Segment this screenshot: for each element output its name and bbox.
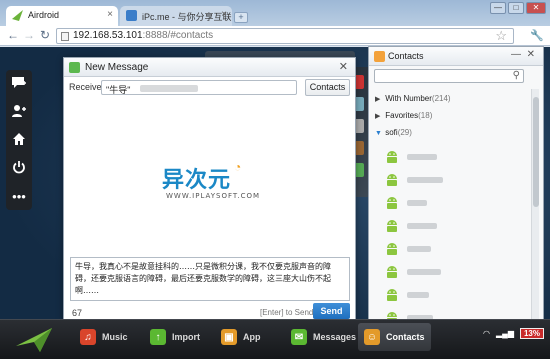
new-message-dialog: New Message ✕ Receiver: "牛导" Contacts 异次… bbox=[63, 57, 356, 320]
back-arrow-icon[interactable]: ← bbox=[6, 29, 20, 43]
home-icon[interactable] bbox=[10, 132, 28, 150]
minimize-icon[interactable]: — bbox=[511, 49, 521, 60]
messages-icon: ✉ bbox=[291, 329, 307, 345]
contacts-panel-title: Contacts bbox=[388, 51, 424, 61]
browser-tab-bar: Airdroid × iPc.me - 与你分享互联网的 × + — □ ✕ bbox=[0, 0, 550, 26]
wifi-icon: ◠ bbox=[483, 329, 490, 338]
message-textarea[interactable]: 牛导，我真心不是故意挂科的……只是微积分课，我不仅要克服声音的障碍，还要克服语言… bbox=[70, 257, 350, 301]
contact-list-item[interactable] bbox=[385, 173, 515, 188]
power-icon[interactable] bbox=[10, 160, 28, 178]
send-button[interactable]: Send bbox=[313, 303, 350, 319]
tab-close-icon[interactable]: × bbox=[107, 9, 113, 20]
contacts-panel: Contacts — ✕ ⚲ ▶ With Number(214) ▶ Favo… bbox=[368, 46, 544, 347]
android-avatar-icon bbox=[387, 266, 397, 278]
close-icon[interactable]: ✕ bbox=[527, 49, 535, 60]
address-bar[interactable]: 192.168.53.101:8888/#contacts ☆ bbox=[56, 28, 514, 44]
address-url: 192.168.53.101:8888/#contacts bbox=[73, 30, 214, 41]
bookmark-star-icon[interactable]: ☆ bbox=[495, 28, 507, 44]
left-sidebar: ••• bbox=[6, 70, 32, 210]
dock-import[interactable]: ↑ Import bbox=[150, 323, 200, 351]
contacts-panel-header: Contacts — ✕ bbox=[369, 47, 543, 66]
send-hint: [Enter] to Send bbox=[260, 308, 314, 317]
watermark-logo: 异次元 ◔ WWW.IPLAYSOFT.COM bbox=[162, 160, 261, 200]
contact-list-item[interactable] bbox=[385, 219, 515, 234]
tab-close-icon[interactable]: × bbox=[221, 9, 227, 20]
app-icon: ▣ bbox=[221, 329, 237, 345]
character-count: 67 bbox=[72, 308, 83, 318]
music-icon: ♫ bbox=[80, 329, 96, 345]
dock-messages[interactable]: ✉ Messages bbox=[291, 323, 356, 351]
close-icon[interactable]: ✕ bbox=[339, 60, 348, 73]
wrench-menu-icon[interactable]: 🔧 bbox=[530, 29, 544, 43]
contacts-icon: ☺ bbox=[364, 329, 380, 345]
collapsed-arrow-icon: ▶ bbox=[375, 96, 381, 103]
new-message-icon[interactable] bbox=[10, 76, 28, 94]
dialog-header: New Message ✕ bbox=[64, 58, 355, 77]
contact-list-item[interactable] bbox=[385, 288, 515, 303]
receiver-chip[interactable]: "牛导" bbox=[106, 83, 130, 96]
receiver-input[interactable]: "牛导" bbox=[101, 80, 297, 95]
window-controls: — □ ✕ bbox=[490, 2, 546, 14]
collapsed-arrow-icon: ▶ bbox=[375, 113, 381, 120]
dialog-title: New Message bbox=[85, 62, 149, 73]
more-icon[interactable]: ••• bbox=[10, 188, 28, 206]
airdroid-logo-icon[interactable] bbox=[14, 324, 54, 354]
wifi-signal-icon: ◔ bbox=[234, 160, 242, 174]
group-favorites[interactable]: ▶ Favorites(18) bbox=[375, 111, 432, 120]
forward-arrow-icon[interactable]: → bbox=[22, 29, 36, 43]
new-tab-button[interactable]: + bbox=[234, 12, 248, 23]
tab-ipc[interactable]: iPc.me - 与你分享互联网的 × bbox=[120, 6, 232, 26]
signal-bars-icon: ▂▄▆ bbox=[496, 329, 514, 338]
contact-list-item[interactable] bbox=[385, 196, 515, 211]
airdroid-favicon-icon bbox=[12, 10, 23, 21]
dock-app[interactable]: ▣ App bbox=[221, 323, 261, 351]
group-with-number[interactable]: ▶ With Number(214) bbox=[375, 94, 451, 103]
contact-name-blurred bbox=[407, 154, 437, 160]
android-avatar-icon bbox=[387, 197, 397, 209]
group-sofi[interactable]: ▼ sofi(29) bbox=[375, 128, 412, 137]
tab-ipc-label: iPc.me - 与你分享互联网的 bbox=[142, 12, 232, 22]
android-avatar-icon bbox=[387, 151, 397, 163]
close-window-button[interactable]: ✕ bbox=[526, 2, 546, 14]
ipc-favicon-icon bbox=[126, 10, 137, 21]
browser-toolbar: ← → ↻ 192.168.53.101:8888/#contacts ☆ 🔧 bbox=[0, 26, 550, 46]
android-avatar-icon bbox=[387, 243, 397, 255]
contact-name-blurred bbox=[407, 223, 437, 229]
android-avatar-icon bbox=[387, 220, 397, 232]
message-icon bbox=[69, 62, 80, 73]
contact-name-blurred bbox=[407, 246, 431, 252]
tab-airdroid[interactable]: Airdroid × bbox=[6, 6, 118, 26]
receiver-blurred-number bbox=[140, 85, 198, 92]
search-icon[interactable]: ⚲ bbox=[513, 70, 520, 81]
dock-contacts[interactable]: ☺ Contacts bbox=[358, 323, 431, 351]
contacts-icon bbox=[374, 51, 385, 62]
status-area: ◠ ▂▄▆ 13% bbox=[483, 328, 544, 339]
expanded-arrow-icon: ▼ bbox=[375, 130, 382, 137]
bottom-dock: ♫ Music ↑ Import ▣ App ✉ Messages ☺ Cont… bbox=[0, 319, 550, 359]
maximize-window-button[interactable]: □ bbox=[508, 2, 524, 14]
import-icon: ↑ bbox=[150, 329, 166, 345]
android-avatar-icon bbox=[387, 174, 397, 186]
page-icon bbox=[61, 32, 69, 41]
contacts-scrollbar[interactable] bbox=[531, 89, 539, 319]
tab-airdroid-label: Airdroid bbox=[28, 10, 60, 20]
battery-badge: 13% bbox=[519, 328, 544, 339]
contacts-search-input[interactable]: ⚲ bbox=[374, 69, 524, 83]
minimize-window-button[interactable]: — bbox=[490, 2, 506, 14]
contact-list-item[interactable] bbox=[385, 265, 515, 280]
dock-music[interactable]: ♫ Music bbox=[80, 323, 128, 351]
reload-icon[interactable]: ↻ bbox=[38, 29, 52, 43]
contact-name-blurred bbox=[407, 177, 443, 183]
contact-list-item[interactable] bbox=[385, 150, 515, 165]
contacts-button[interactable]: Contacts bbox=[305, 79, 350, 96]
contact-name-blurred bbox=[407, 269, 441, 275]
add-contact-icon[interactable] bbox=[10, 104, 28, 122]
contact-name-blurred bbox=[407, 292, 429, 298]
android-avatar-icon bbox=[387, 289, 397, 301]
contact-list-item[interactable] bbox=[385, 242, 515, 257]
contact-name-blurred bbox=[407, 200, 427, 206]
